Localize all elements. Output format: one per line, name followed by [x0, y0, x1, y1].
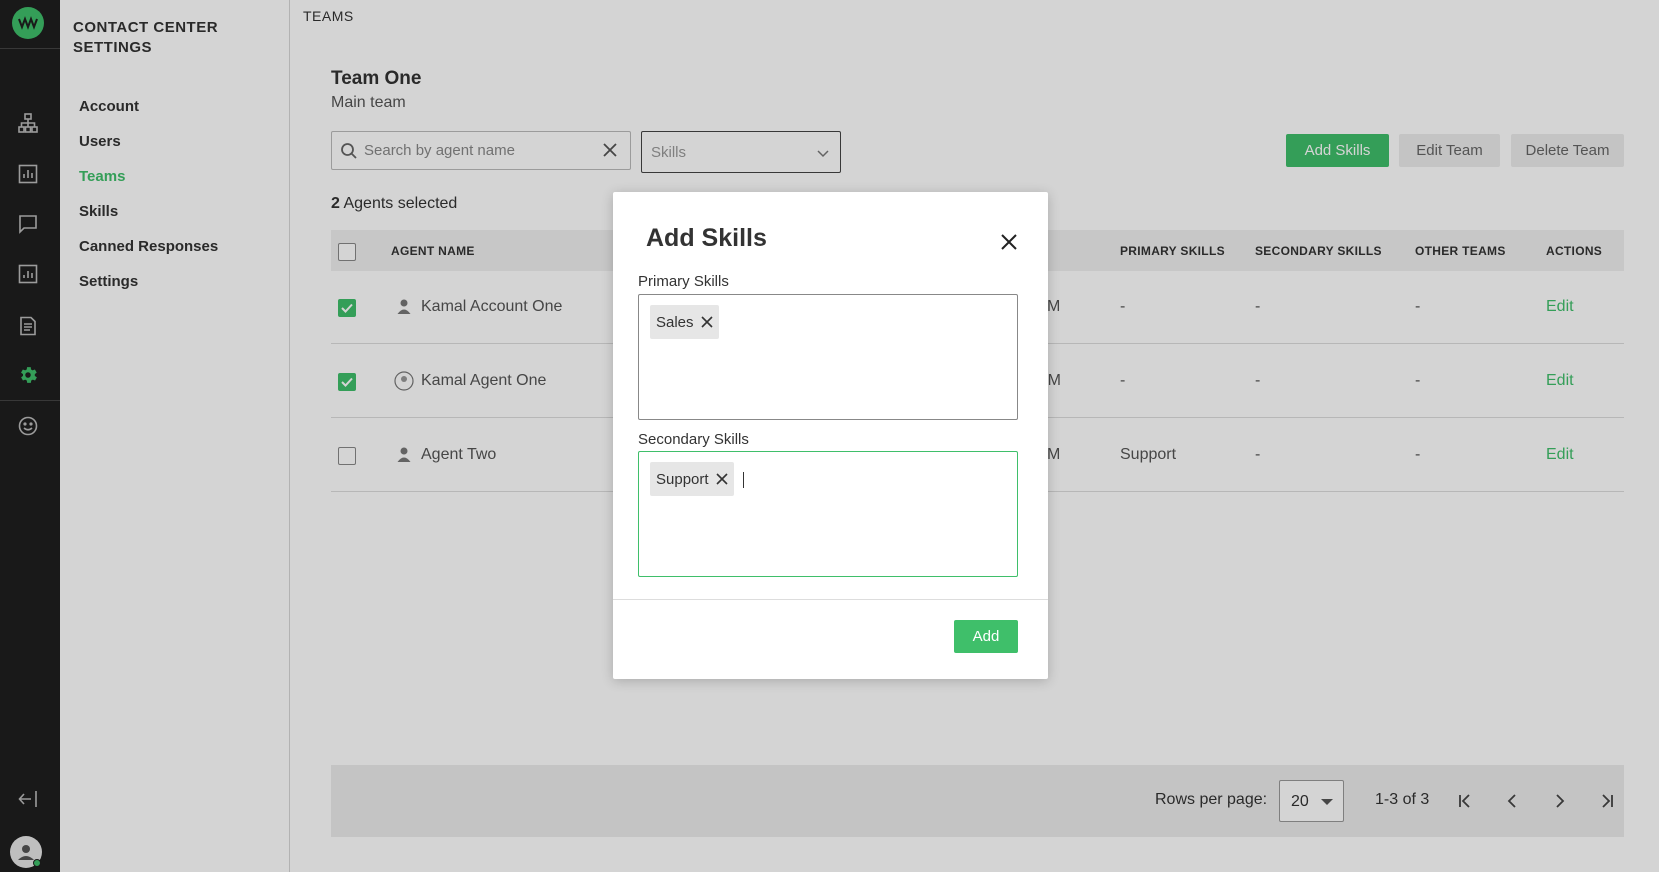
add-button[interactable]: Add [954, 620, 1018, 653]
primary-skills-label: Primary Skills [638, 273, 729, 290]
dialog-divider [613, 599, 1048, 600]
remove-chip-icon[interactable] [700, 316, 713, 328]
skill-chip: Sales [650, 305, 719, 339]
remove-chip-icon[interactable] [715, 473, 728, 485]
skill-chip-label: Sales [656, 313, 694, 331]
text-cursor [743, 472, 744, 488]
skill-chip-label: Support [656, 470, 709, 488]
secondary-skills-input[interactable]: Support [638, 451, 1018, 577]
skill-chip: Support [650, 462, 734, 496]
primary-skills-input[interactable]: Sales [638, 294, 1018, 420]
secondary-skills-label: Secondary Skills [638, 431, 749, 448]
add-skills-dialog: Add Skills Primary Skills Sales Secondar… [613, 192, 1048, 679]
close-icon[interactable] [999, 232, 1019, 252]
dialog-title: Add Skills [646, 224, 767, 252]
